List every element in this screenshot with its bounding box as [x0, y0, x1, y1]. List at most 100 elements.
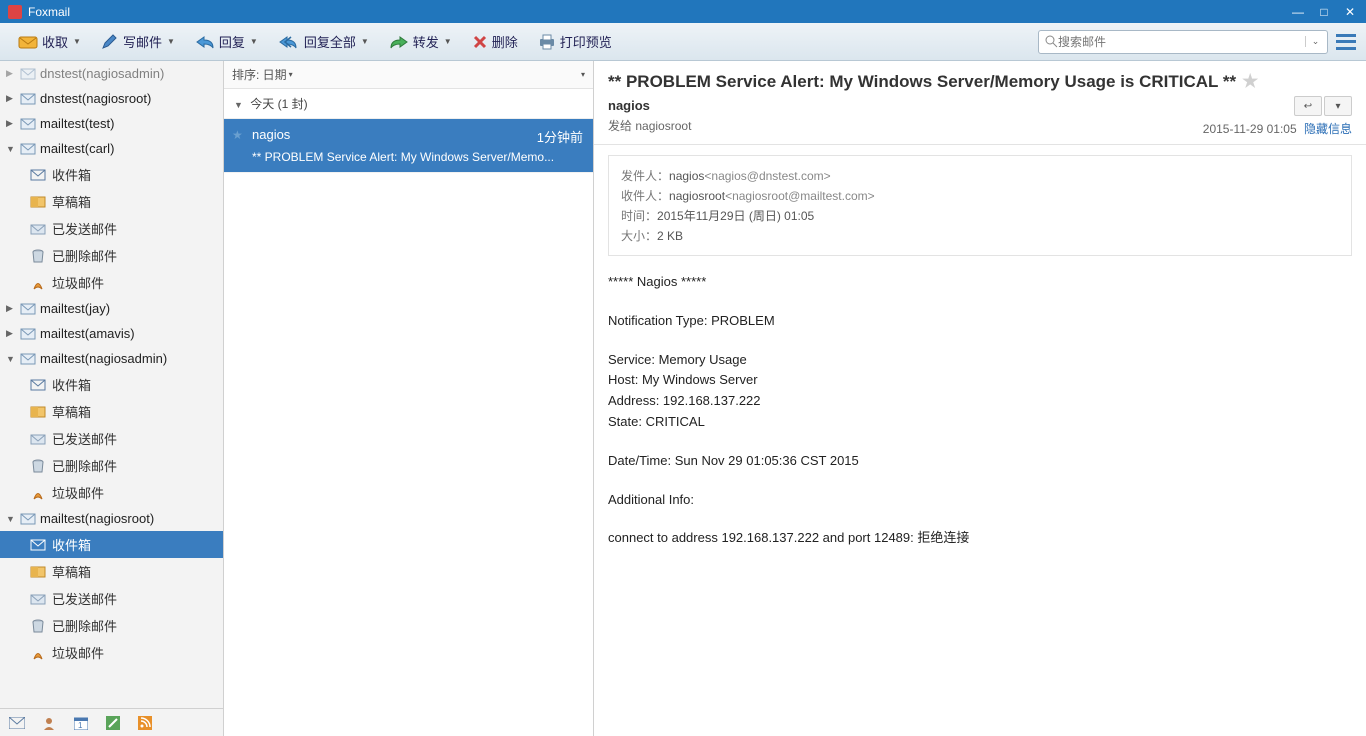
date-and-hide: 2015-11-29 01:05 隐藏信息 — [1203, 120, 1352, 137]
delete-icon — [472, 34, 488, 50]
maximize-button[interactable]: □ — [1316, 5, 1332, 19]
forward-button[interactable]: 转发 ▼ — [381, 28, 460, 55]
folder-label: 垃圾邮件 — [52, 483, 104, 502]
folder-label: 已发送邮件 — [52, 429, 117, 448]
title-bar: Foxmail ― □ ✕ — [0, 0, 1366, 23]
account-name: mailtest(test) — [40, 116, 114, 131]
folder-label: 已删除邮件 — [52, 616, 117, 635]
forward-label: 转发 — [413, 32, 439, 51]
folder-row[interactable]: 垃圾邮件 — [0, 639, 223, 666]
close-button[interactable]: ✕ — [1342, 5, 1358, 19]
account-icon — [20, 143, 36, 155]
account-name: mailtest(amavis) — [40, 326, 135, 341]
more-quick-button[interactable]: ▾ — [1324, 96, 1352, 116]
notes-view-icon[interactable] — [104, 714, 122, 732]
hide-info-link[interactable]: 隐藏信息 — [1304, 122, 1352, 136]
account-row[interactable]: ▶ mailtest(amavis) — [0, 321, 223, 346]
triangle-right-icon: ▶ — [6, 328, 16, 339]
folder-label: 收件箱 — [52, 375, 91, 394]
minimize-button[interactable]: ― — [1290, 5, 1306, 19]
folder-row[interactable]: 草稿箱 — [0, 188, 223, 215]
account-name: mailtest(jay) — [40, 301, 110, 316]
folder-row[interactable]: 已删除邮件 — [0, 452, 223, 479]
inbox-icon — [30, 168, 46, 182]
receive-button[interactable]: 收取 ▼ — [10, 28, 89, 55]
account-tree: ▶dnstest(nagiosadmin) ▶ dnstest(nagiosroot… — [0, 61, 223, 708]
account-row[interactable]: ▶dnstest(nagiosadmin) — [0, 61, 223, 86]
star-icon[interactable]: ★ — [232, 128, 243, 142]
rss-view-icon[interactable] — [136, 714, 154, 732]
chevron-down-icon[interactable]: ▾ — [581, 70, 585, 79]
sent-icon — [30, 592, 46, 606]
chevron-down-icon[interactable]: ▾ — [289, 70, 293, 79]
message-group-header[interactable]: ▼ 今天 (1 封) — [224, 89, 593, 119]
account-row[interactable]: ▼mailtest(nagiosadmin) — [0, 346, 223, 371]
print-preview-button[interactable]: 打印预览 — [530, 28, 620, 55]
main-area: ▶dnstest(nagiosadmin) ▶ dnstest(nagiosroot… — [0, 61, 1366, 736]
search-input[interactable] — [1058, 35, 1305, 49]
detail-size-label: 大小： — [621, 229, 657, 243]
account-row[interactable]: ▼mailtest(nagiosroot) — [0, 506, 223, 531]
chevron-down-icon: ▼ — [73, 37, 81, 46]
reply-button[interactable]: 回复 ▼ — [187, 28, 266, 55]
folder-row[interactable]: 收件箱 — [0, 531, 223, 558]
contacts-view-icon[interactable] — [40, 714, 58, 732]
folder-row[interactable]: 已发送邮件 — [0, 585, 223, 612]
triangle-right-icon: ▶ — [6, 303, 16, 314]
account-row[interactable]: ▼mailtest(carl) — [0, 136, 223, 161]
message-item[interactable]: ★nagios1分钟前** PROBLEM Service Alert: My … — [224, 119, 593, 173]
folder-label: 已发送邮件 — [52, 589, 117, 608]
account-icon — [20, 93, 36, 105]
window-buttons: ― □ ✕ — [1290, 5, 1358, 19]
message-sender: nagios — [252, 127, 290, 146]
body-line: connect to address 192.168.137.222 and p… — [608, 528, 1352, 549]
sort-label[interactable]: 排序: 日期 — [232, 66, 287, 83]
message-list-header: 排序: 日期 ▾ ▾ — [224, 61, 593, 89]
calendar-view-icon[interactable]: 1 — [72, 714, 90, 732]
reply-quick-button[interactable]: ↩ — [1294, 96, 1322, 116]
triangle-right-icon: ▶ — [6, 118, 16, 129]
mail-view-icon[interactable] — [8, 714, 26, 732]
folder-row[interactable]: 已删除邮件 — [0, 242, 223, 269]
folder-row[interactable]: 已发送邮件 — [0, 215, 223, 242]
hamburger-menu-button[interactable] — [1336, 34, 1356, 50]
folder-label: 收件箱 — [52, 165, 91, 184]
reply-all-icon — [278, 35, 300, 49]
delete-button[interactable]: 删除 — [464, 28, 526, 55]
detail-time-label: 时间： — [621, 209, 657, 223]
search-box[interactable]: ⌄ — [1038, 30, 1328, 54]
folder-label: 垃圾邮件 — [52, 643, 104, 662]
star-icon[interactable]: ★ — [1242, 71, 1258, 92]
account-name: mailtest(nagiosroot) — [40, 511, 154, 526]
reply-all-label: 回复全部 — [304, 32, 356, 51]
folder-row[interactable]: 收件箱 — [0, 371, 223, 398]
message-date: 2015-11-29 01:05 — [1203, 122, 1297, 136]
account-row[interactable]: ▶ mailtest(test) — [0, 111, 223, 136]
reply-all-button[interactable]: 回复全部 ▼ — [270, 28, 377, 55]
body-line — [608, 293, 1352, 311]
chevron-down-icon: ▼ — [361, 37, 369, 46]
triangle-right-icon: ▶ — [6, 93, 16, 104]
account-row[interactable]: ▶ dnstest(nagiosroot) — [0, 86, 223, 111]
body-line: Address: 192.168.137.222 — [608, 391, 1352, 412]
to-name: nagiosroot — [635, 119, 691, 133]
folder-row[interactable]: 草稿箱 — [0, 558, 223, 585]
folder-row[interactable]: 垃圾邮件 — [0, 269, 223, 296]
folder-row[interactable]: 已删除邮件 — [0, 612, 223, 639]
search-dropdown-button[interactable]: ⌄ — [1305, 36, 1321, 47]
folder-row[interactable]: 垃圾邮件 — [0, 479, 223, 506]
sidebar-bottom-bar: 1 — [0, 708, 223, 736]
folder-row[interactable]: 收件箱 — [0, 161, 223, 188]
detail-recipient-label: 收件人： — [621, 189, 669, 203]
group-label: 今天 (1 封) — [250, 97, 307, 111]
compose-button[interactable]: 写邮件 ▼ — [93, 28, 183, 55]
folder-row[interactable]: 草稿箱 — [0, 398, 223, 425]
folder-label: 已删除邮件 — [52, 246, 117, 265]
account-icon — [20, 118, 36, 130]
body-line — [608, 510, 1352, 528]
receive-icon — [18, 34, 38, 50]
sent-icon — [30, 432, 46, 446]
folder-row[interactable]: 已发送邮件 — [0, 425, 223, 452]
account-row[interactable]: ▶ mailtest(jay) — [0, 296, 223, 321]
account-name: dnstest(nagiosroot) — [40, 91, 151, 106]
